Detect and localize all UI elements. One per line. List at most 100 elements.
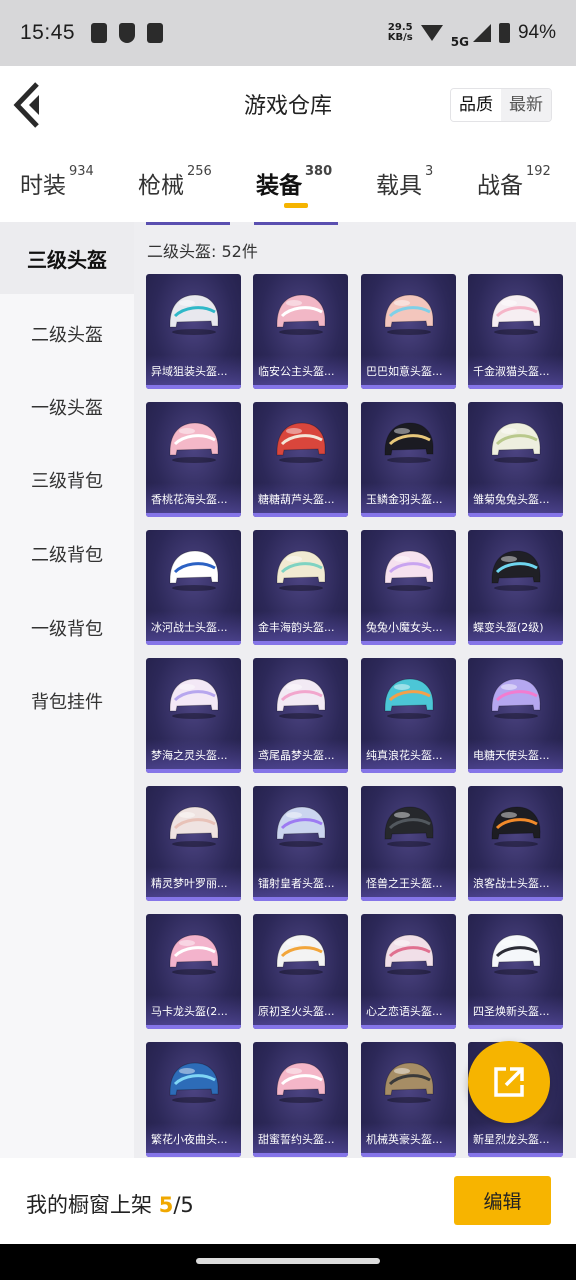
previous-row-edge	[146, 222, 230, 225]
item-name: 怪兽之王头盔...	[366, 877, 443, 890]
item-card[interactable]: 巴巴如意头盔...	[361, 274, 456, 389]
quality-bar	[361, 513, 456, 517]
home-gesture-bar[interactable]	[196, 1258, 380, 1264]
item-card[interactable]: 纯真浪花头盔...	[361, 658, 456, 773]
helmet-icon	[491, 550, 541, 591]
sidebar-item-level1-helmet[interactable]: 一级头盔	[0, 371, 134, 443]
tab-supplies[interactable]: 战备192	[477, 164, 551, 200]
helmet-icon	[384, 294, 434, 335]
tab-fashion[interactable]: 时装934	[20, 164, 94, 200]
sort-quality-button[interactable]: 品质	[451, 89, 501, 121]
item-card[interactable]: 怪兽之王头盔...	[361, 786, 456, 901]
helmet-icon	[276, 678, 326, 719]
item-card[interactable]: 雏菊兔兔头盔...	[468, 402, 563, 517]
item-card[interactable]: 精灵梦叶罗丽...	[146, 786, 241, 901]
helmet-icon	[491, 806, 541, 847]
quality-bar	[146, 897, 241, 901]
item-card[interactable]: 蝶变头盔(2级)	[468, 530, 563, 645]
item-card[interactable]: 浪客战士头盔...	[468, 786, 563, 901]
item-card[interactable]: 繁花小夜曲头...	[146, 1042, 241, 1157]
quality-bar	[253, 1153, 348, 1157]
header: 游戏仓库 品质 最新	[0, 66, 576, 146]
helmet-icon	[491, 422, 541, 463]
item-name: 鸢尾晶梦头盔...	[258, 749, 335, 762]
item-card[interactable]: 机械英豪头盔...	[361, 1042, 456, 1157]
active-tab-indicator	[284, 203, 308, 208]
share-button[interactable]	[468, 1041, 550, 1123]
item-card[interactable]: 梦海之灵头盔...	[146, 658, 241, 773]
item-card[interactable]: 鸢尾晶梦头盔...	[253, 658, 348, 773]
sidebar-item-level1-backpack[interactable]: 一级背包	[0, 592, 134, 664]
item-name: 临安公主头盔...	[258, 365, 335, 378]
signal-icon	[472, 24, 491, 42]
item-card[interactable]: 金丰海韵头盔...	[253, 530, 348, 645]
sidebar-item-level3-helmet[interactable]: 三级头盔	[0, 222, 134, 294]
item-name: 繁花小夜曲头...	[151, 1133, 228, 1146]
item-name: 镭射皇者头盔...	[258, 877, 335, 890]
quality-bar	[146, 513, 241, 517]
item-name: 纯真浪花头盔...	[366, 749, 443, 762]
item-card[interactable]: 原初圣火头盔...	[253, 914, 348, 1029]
previous-row-edge	[254, 222, 338, 225]
item-name: 冰河战士头盔...	[151, 621, 228, 634]
status-right: 29.5 KB/s 5G 94%	[388, 17, 556, 49]
tab-label: 时装	[20, 173, 66, 199]
item-card[interactable]: 千金淑猫头盔...	[468, 274, 563, 389]
item-card[interactable]: 香桃花海头盔...	[146, 402, 241, 517]
item-name: 浪客战士头盔...	[473, 877, 550, 890]
quality-bar	[468, 897, 563, 901]
quality-bar	[253, 385, 348, 389]
item-card[interactable]: 异域狙装头盔...	[146, 274, 241, 389]
quality-bar	[146, 1025, 241, 1029]
item-card[interactable]: 玉鳞金羽头盔...	[361, 402, 456, 517]
item-name: 马卡龙头盔(2...	[151, 1005, 228, 1018]
helmet-icon	[384, 1062, 434, 1103]
helmet-icon	[169, 550, 219, 591]
tab-label: 装备	[256, 173, 302, 199]
tab-count: 380	[305, 164, 333, 179]
notification-icon	[91, 23, 108, 43]
item-card[interactable]: 临安公主头盔...	[253, 274, 348, 389]
sidebar-item-level2-helmet[interactable]: 二级头盔	[0, 298, 134, 370]
shield-icon	[119, 23, 136, 43]
helmet-icon	[491, 294, 541, 335]
tab-vehicles[interactable]: 载具3	[376, 164, 433, 200]
item-name: 异域狙装头盔...	[151, 365, 228, 378]
quality-bar	[253, 513, 348, 517]
tab-weapons[interactable]: 枪械256	[138, 164, 212, 200]
item-card[interactable]: 马卡龙头盔(2...	[146, 914, 241, 1029]
sidebar-item-level2-backpack[interactable]: 二级背包	[0, 518, 134, 590]
showcase-total: /5	[173, 1193, 194, 1217]
item-card[interactable]: 甜蜜誓约头盔...	[253, 1042, 348, 1157]
helmet-icon	[276, 422, 326, 463]
item-list[interactable]: 二级头盔: 52件 异域狙装头盔... 临安公主头盔... 巴巴如意头盔... 千金淑…	[134, 222, 576, 1158]
sidebar-item-level3-backpack[interactable]: 三级背包	[0, 444, 134, 516]
item-card[interactable]: 电糖天使头盔...	[468, 658, 563, 773]
item-card[interactable]: 四圣焕新头盔...	[468, 914, 563, 1029]
quality-bar	[468, 513, 563, 517]
showcase-status: 我的橱窗上架 5/5	[26, 1189, 194, 1219]
status-notification-icons	[91, 23, 164, 43]
helmet-icon	[169, 934, 219, 975]
helmet-icon	[276, 294, 326, 335]
tab-equipment[interactable]: 装备380	[256, 164, 333, 200]
item-card[interactable]: 糖糖葫芦头盔...	[253, 402, 348, 517]
quality-bar	[361, 897, 456, 901]
wifi-icon	[420, 25, 443, 41]
edit-button[interactable]: 编辑	[454, 1176, 551, 1225]
item-name: 四圣焕新头盔...	[473, 1005, 550, 1018]
quality-bar	[146, 1153, 241, 1157]
status-time: 15:45	[20, 21, 76, 44]
item-card[interactable]: 冰河战士头盔...	[146, 530, 241, 645]
sidebar-item-backpack-charm[interactable]: 背包挂件	[0, 665, 134, 737]
quality-bar	[253, 1025, 348, 1029]
battery-percent: 94%	[517, 22, 556, 43]
item-card[interactable]: 兔兔小魔女头...	[361, 530, 456, 645]
sort-latest-button[interactable]: 最新	[501, 89, 551, 121]
item-name: 蝶变头盔(2级)	[473, 621, 544, 634]
item-card[interactable]: 镭射皇者头盔...	[253, 786, 348, 901]
item-name: 金丰海韵头盔...	[258, 621, 335, 634]
network-type: 5G	[450, 35, 469, 49]
item-card[interactable]: 心之恋语头盔...	[361, 914, 456, 1029]
item-name: 玉鳞金羽头盔...	[366, 493, 443, 506]
